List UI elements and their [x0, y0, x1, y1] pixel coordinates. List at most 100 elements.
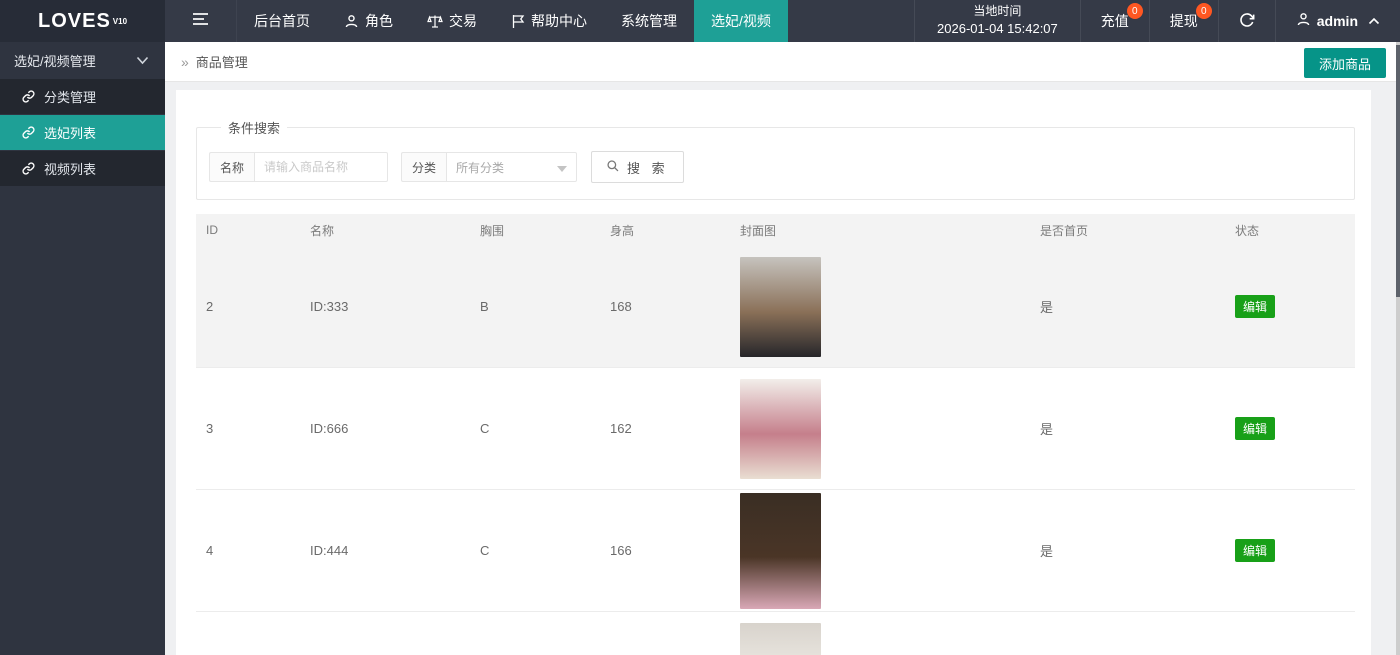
search-button[interactable]: 搜 索: [591, 151, 684, 183]
link-icon: [22, 90, 35, 103]
cell-height: 166: [610, 543, 632, 558]
flag-icon: [511, 14, 525, 29]
category-selected-value: 所有分类: [456, 160, 505, 175]
cell-status: 编辑: [1225, 295, 1355, 318]
topbar: LOVES V10 后台首页 角色 交易 帮助中心 系统管理 选妃/视频 当地时…: [0, 0, 1400, 42]
sidebar-item-1[interactable]: 选妃列表: [0, 115, 165, 151]
table-row: 3 ID:666 C 162 是 编辑: [196, 368, 1355, 490]
category-field-label: 分类: [401, 152, 447, 182]
breadcrumb-bar: » 商品管理 添加商品: [165, 42, 1400, 82]
recharge-button[interactable]: 充值 0: [1081, 0, 1150, 42]
breadcrumb-title: 商品管理: [195, 55, 248, 70]
products-table: ID 名称 胸围 身高 封面图 是否首页 状态 2 ID:333 B 168 是…: [196, 214, 1355, 655]
local-time-label: 当地时间: [973, 3, 1022, 18]
sidebar-item-2[interactable]: 视频列表: [0, 151, 165, 187]
cell-cover: [730, 256, 1030, 357]
col-is-home: 是否首页: [1040, 223, 1089, 238]
col-height: 身高: [610, 223, 635, 238]
refresh-button[interactable]: [1219, 0, 1276, 42]
edit-button[interactable]: 编辑: [1235, 295, 1276, 318]
local-time-value: 2026-01-04 15:42:07: [937, 21, 1058, 37]
cell-name: ID:666: [310, 421, 349, 436]
col-id: ID: [206, 223, 218, 237]
cell-is-home: 是: [1040, 422, 1054, 437]
breadcrumb-chevrons-icon: »: [181, 53, 189, 70]
link-icon: [22, 126, 35, 139]
select-caret-down-icon: [557, 166, 568, 172]
sidebar-toggle-button[interactable]: [165, 0, 237, 42]
cell-name: ID:333: [310, 299, 349, 314]
cover-photo: [740, 256, 821, 357]
search-icon: [606, 159, 620, 176]
name-field-label: 名称: [209, 152, 255, 182]
withdraw-button[interactable]: 提现 0: [1150, 0, 1219, 42]
withdraw-label: 提现: [1169, 13, 1198, 29]
table-row: 4 ID:444 C 166 是 编辑: [196, 490, 1355, 612]
topbar-right: 当地时间 2026-01-04 15:42:07 充值 0 提现 0 admin: [914, 0, 1400, 42]
person-icon: [344, 14, 359, 29]
app-logo: LOVES V10: [0, 0, 165, 42]
category-select[interactable]: 所有分类: [446, 152, 578, 182]
vertical-scrollbar-track: [1396, 42, 1400, 655]
sidebar-item-0[interactable]: 分类管理: [0, 79, 165, 115]
hamburger-icon: [192, 12, 209, 31]
main-content: » 商品管理 添加商品 条件搜索 名称 分类 所有分类: [165, 42, 1400, 655]
edit-button[interactable]: 编辑: [1235, 539, 1276, 562]
cell-is-home: 是: [1040, 300, 1054, 315]
cover-photo: [740, 378, 821, 479]
cover-photo: [740, 622, 821, 655]
user-menu[interactable]: admin: [1276, 0, 1400, 42]
col-status: 状态: [1235, 223, 1260, 238]
cell-height: 168: [610, 299, 632, 314]
category-field-group: 分类 所有分类: [401, 152, 578, 182]
search-button-label: 搜 索: [627, 160, 669, 176]
top-nav-item-2[interactable]: 交易: [410, 0, 494, 42]
cell-bust: B: [480, 299, 489, 314]
table-header: ID 名称 胸围 身高 封面图 是否首页 状态: [196, 214, 1355, 246]
top-nav-item-0[interactable]: 后台首页: [237, 0, 327, 42]
add-product-button[interactable]: 添加商品: [1303, 48, 1386, 78]
cell-height: 162: [610, 421, 632, 436]
scales-icon: [427, 14, 443, 29]
sidebar: 选妃/视频管理 分类管理 选妃列表 视频列表: [0, 42, 165, 655]
top-nav-item-5[interactable]: 选妃/视频: [694, 0, 788, 42]
top-nav-item-3[interactable]: 帮助中心: [494, 0, 604, 42]
cell-bust: C: [480, 421, 490, 436]
col-name: 名称: [310, 223, 335, 238]
cell-cover: [730, 622, 1030, 655]
link-icon: [22, 162, 35, 175]
cell-id: 4: [206, 543, 214, 558]
name-field-group: 名称: [209, 152, 389, 182]
col-bust: 胸围: [480, 223, 505, 238]
top-nav-item-1[interactable]: 角色: [327, 0, 410, 42]
cell-bust: C: [480, 543, 490, 558]
logo-text: LOVES: [37, 9, 111, 32]
cell-id: 3: [206, 421, 214, 436]
search-panel: 条件搜索 名称 分类 所有分类: [196, 118, 1355, 200]
user-icon: [1296, 12, 1311, 30]
cell-is-home: 是: [1040, 544, 1054, 559]
cell-name: ID:444: [310, 543, 349, 558]
cell-status: 编辑: [1225, 417, 1355, 440]
edit-button[interactable]: 编辑: [1235, 417, 1276, 440]
cell-status: 编辑: [1225, 539, 1355, 562]
chevron-down-icon: [136, 53, 149, 68]
admin-page: LOVES V10 后台首页 角色 交易 帮助中心 系统管理 选妃/视频 当地时…: [0, 0, 1400, 655]
search-controls: 名称 分类 所有分类: [209, 151, 1342, 183]
col-cover: 封面图: [740, 223, 777, 238]
table-row: 5 ID:222 C 167 是 编辑: [196, 612, 1355, 655]
table-row: 2 ID:333 B 168 是 编辑: [196, 246, 1355, 368]
content-card: 条件搜索 名称 分类 所有分类: [176, 90, 1371, 655]
name-input[interactable]: [254, 152, 389, 182]
cell-cover: [730, 378, 1030, 479]
recharge-label: 充值: [1100, 13, 1129, 29]
top-nav-item-4[interactable]: 系统管理: [604, 0, 694, 42]
recharge-badge: 0: [1126, 3, 1143, 19]
sidebar-group-label: 选妃/视频管理: [14, 54, 96, 69]
cell-id: 2: [206, 299, 214, 314]
chevron-up-icon: [1368, 17, 1380, 25]
sidebar-group-header[interactable]: 选妃/视频管理: [0, 42, 165, 79]
logo-version: V10: [112, 16, 128, 26]
local-time: 当地时间 2026-01-04 15:42:07: [914, 0, 1081, 42]
vertical-scrollbar-thumb[interactable]: [1396, 45, 1400, 297]
